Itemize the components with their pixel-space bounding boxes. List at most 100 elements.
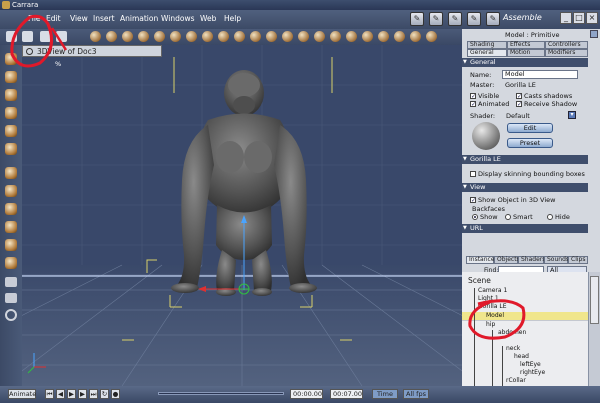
section-view[interactable]: View: [462, 183, 588, 192]
animate-button[interactable]: Animate: [8, 389, 36, 399]
room-texture-tab[interactable]: ✎: [467, 12, 481, 26]
edit-shader-button[interactable]: Edit: [507, 123, 553, 133]
zoom-icon[interactable]: [5, 309, 17, 321]
scale-tool-icon[interactable]: [5, 107, 17, 119]
start-time-field[interactable]: 00:00.00: [290, 389, 323, 399]
orbit-tool-icon[interactable]: [5, 185, 17, 197]
plane-icon[interactable]: [138, 31, 149, 42]
tab-instances[interactable]: Instances: [466, 256, 498, 264]
roll-tool-icon[interactable]: [5, 239, 17, 251]
close-button[interactable]: ×: [586, 12, 598, 24]
cone-icon[interactable]: [122, 31, 133, 42]
maximize-button[interactable]: □: [573, 12, 585, 24]
first-frame-button[interactable]: ⏮: [45, 389, 54, 399]
animated-checkbox[interactable]: ✓: [470, 101, 476, 108]
tab-shaders[interactable]: Shaders: [518, 256, 545, 264]
tab-effects[interactable]: Effects: [507, 41, 545, 49]
play-button[interactable]: ▶: [67, 389, 76, 399]
tree-item[interactable]: abdomen: [498, 329, 526, 336]
spot-icon[interactable]: [298, 31, 309, 42]
menu-insert[interactable]: Insert: [93, 14, 115, 23]
tree-item[interactable]: leftEye: [520, 361, 541, 368]
tab-controllers[interactable]: Controllers: [545, 41, 588, 49]
menu-animation[interactable]: Animation: [120, 14, 158, 23]
sphere-icon[interactable]: [90, 31, 101, 42]
tree-item[interactable]: neck: [506, 345, 520, 352]
menu-file[interactable]: File: [28, 14, 41, 23]
skinning-checkbox[interactable]: [470, 171, 476, 177]
cloud-icon[interactable]: [234, 31, 245, 42]
menu-view[interactable]: View: [70, 14, 88, 23]
tab-clips[interactable]: Clips: [568, 256, 588, 264]
pan-tool-icon[interactable]: [5, 167, 17, 179]
cube-icon[interactable]: [106, 31, 117, 42]
minimize-button[interactable]: _: [560, 12, 572, 24]
menu-edit[interactable]: Edit: [46, 14, 61, 23]
menu-help[interactable]: Help: [224, 14, 241, 23]
tree-item[interactable]: rCollar: [506, 377, 526, 384]
bulb-icon[interactable]: [314, 31, 325, 42]
prev-frame-button[interactable]: ◀: [56, 389, 65, 399]
end-time-field[interactable]: 00:07.00: [330, 389, 363, 399]
spline-icon[interactable]: [202, 31, 213, 42]
water-icon[interactable]: [250, 31, 261, 42]
scene-scrollbar[interactable]: [588, 272, 600, 386]
vertex-icon[interactable]: [186, 31, 197, 42]
tab-sounds[interactable]: Sounds: [544, 256, 569, 264]
camera-view-icon[interactable]: [5, 277, 17, 287]
3d-viewport[interactable]: [22, 45, 462, 386]
time-mode-select[interactable]: Time: [372, 389, 398, 399]
show-object-checkbox[interactable]: ✓: [470, 197, 476, 204]
room-storyboard-tab[interactable]: ✎: [410, 12, 424, 26]
tree-item[interactable]: rightEye: [520, 369, 545, 376]
tree-item[interactable]: Light 1: [478, 295, 499, 302]
tree-item[interactable]: Camera 1: [478, 287, 507, 294]
tree-item[interactable]: hip: [486, 321, 495, 328]
select-tool-icon[interactable]: [5, 53, 17, 65]
section-gorilla[interactable]: Gorilla LE: [462, 155, 588, 164]
target-icon[interactable]: [346, 31, 357, 42]
sound-icon[interactable]: [362, 31, 373, 42]
render-icon[interactable]: [410, 31, 421, 42]
light-icon[interactable]: [282, 31, 293, 42]
backface-smart-radio[interactable]: [505, 214, 511, 220]
fps-select[interactable]: All fps: [403, 389, 429, 399]
receive-shadow-checkbox[interactable]: ✓: [516, 101, 522, 108]
hand-tool-icon[interactable]: [6, 31, 17, 42]
record-button[interactable]: ●: [111, 389, 120, 399]
room-render-tab[interactable]: ✎: [486, 12, 500, 26]
viewport-tab[interactable]: 3DView of Doc3: [22, 45, 162, 57]
bend-tool-icon[interactable]: [5, 125, 17, 137]
next-frame-button[interactable]: ▶: [78, 389, 87, 399]
link-tool-icon[interactable]: [40, 31, 51, 42]
tab-motion[interactable]: Motion: [507, 49, 545, 57]
shader-value[interactable]: Default: [506, 112, 530, 120]
dolly-tool-icon[interactable]: [5, 203, 17, 215]
casts-shadows-checkbox[interactable]: ✓: [516, 93, 522, 100]
time-slider[interactable]: [158, 392, 284, 395]
scrollbar-thumb[interactable]: [590, 276, 599, 324]
backface-show-radio[interactable]: [472, 214, 478, 220]
text-icon[interactable]: [154, 31, 165, 42]
tab-shading[interactable]: Shading: [467, 41, 507, 49]
backface-hide-radio[interactable]: [547, 214, 553, 220]
view-cube-icon[interactable]: [5, 257, 17, 269]
visible-checkbox[interactable]: ✓: [470, 93, 476, 100]
section-general[interactable]: General: [462, 58, 588, 67]
tree-item[interactable]: Gorilla LE: [478, 303, 507, 310]
lens-icon[interactable]: [426, 31, 437, 42]
tree-item-selected[interactable]: Model: [486, 312, 504, 319]
track-tool-icon[interactable]: [5, 221, 17, 233]
tab-objects[interactable]: Objects: [494, 256, 520, 264]
view-options-icon[interactable]: [26, 48, 33, 55]
plant-icon[interactable]: [266, 31, 277, 42]
move-tool-icon[interactable]: [5, 71, 17, 83]
hand-grab-icon[interactable]: [22, 31, 33, 42]
last-frame-button[interactable]: ⏭: [89, 389, 98, 399]
tab-modifiers[interactable]: Modifiers: [545, 49, 588, 57]
figure-icon[interactable]: [170, 31, 181, 42]
panel-options-icon[interactable]: [590, 30, 598, 38]
section-url[interactable]: URL: [462, 224, 588, 233]
terrain-icon[interactable]: [218, 31, 229, 42]
link-icon[interactable]: [5, 143, 17, 155]
